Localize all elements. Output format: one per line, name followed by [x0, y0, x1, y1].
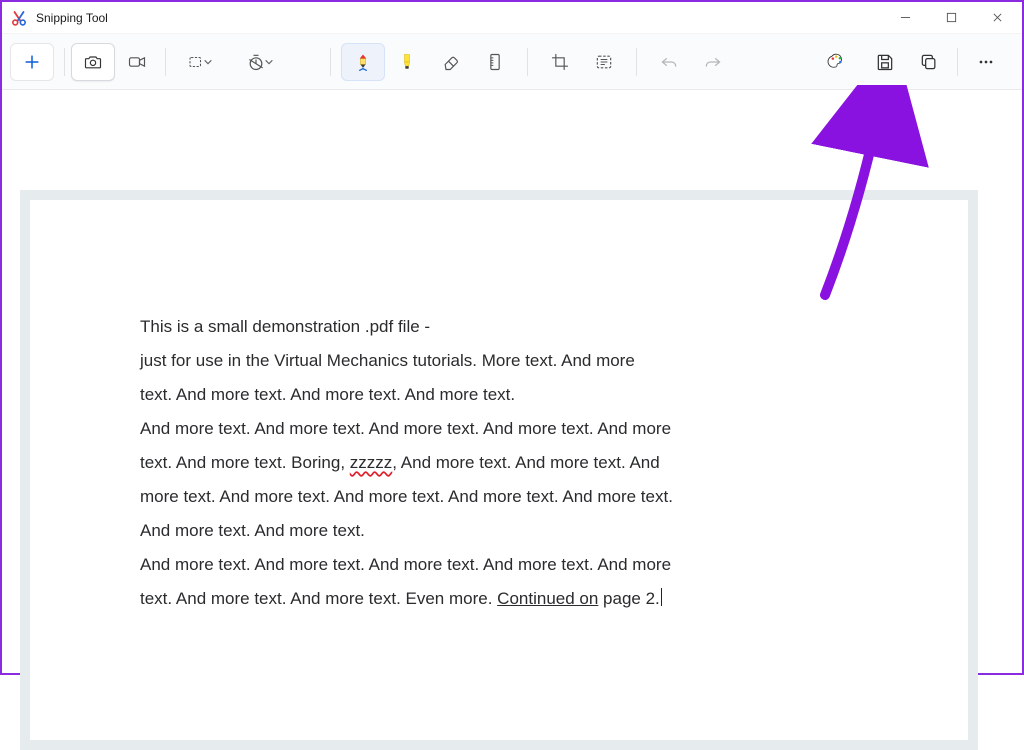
- canvas-area: This is a small demonstration .pdf file …: [2, 90, 1022, 673]
- document-line: And more text. And more text.: [140, 514, 910, 548]
- captured-snip[interactable]: This is a small demonstration .pdf file …: [20, 190, 978, 750]
- document-page: This is a small demonstration .pdf file …: [30, 200, 968, 740]
- video-mode-button[interactable]: [115, 43, 159, 81]
- save-button[interactable]: [863, 43, 907, 81]
- maximize-button[interactable]: [928, 3, 974, 33]
- chevron-down-icon: [203, 57, 213, 67]
- toolbar-separator: [330, 48, 331, 76]
- document-line: just for use in the Virtual Mechanics tu…: [140, 344, 910, 378]
- camera-mode-button[interactable]: [71, 43, 115, 81]
- delay-dropdown[interactable]: [232, 43, 288, 81]
- close-button[interactable]: [974, 3, 1020, 33]
- title-bar: Snipping Tool: [2, 2, 1022, 34]
- undo-button[interactable]: [647, 43, 691, 81]
- more-options-button[interactable]: [964, 43, 1008, 81]
- continued-link: Continued on: [497, 589, 598, 608]
- document-line: text. And more text. And more text. And …: [140, 378, 910, 412]
- new-snip-button[interactable]: [10, 43, 54, 81]
- redo-button[interactable]: [691, 43, 735, 81]
- pen-tool-button[interactable]: [341, 43, 385, 81]
- window-title: Snipping Tool: [36, 11, 108, 25]
- toolbar-separator: [957, 48, 958, 76]
- text-cursor: [661, 588, 662, 606]
- snip-shape-dropdown[interactable]: [172, 43, 228, 81]
- document-line: text. And more text. And more text. Even…: [140, 582, 910, 616]
- toolbar-separator: [165, 48, 166, 76]
- document-line: This is a small demonstration .pdf file …: [140, 310, 910, 344]
- document-line: And more text. And more text. And more t…: [140, 548, 910, 582]
- snipping-tool-app-icon: [10, 9, 28, 27]
- toolbar-separator: [636, 48, 637, 76]
- toolbar-separator: [64, 48, 65, 76]
- toolbar: [2, 34, 1022, 90]
- chevron-down-icon: [264, 57, 274, 67]
- document-line: And more text. And more text. And more t…: [140, 412, 910, 446]
- eraser-tool-button[interactable]: [429, 43, 473, 81]
- text-actions-button[interactable]: [582, 43, 626, 81]
- copy-button[interactable]: [907, 43, 951, 81]
- crop-tool-button[interactable]: [538, 43, 582, 81]
- minimize-button[interactable]: [882, 3, 928, 33]
- document-line: text. And more text. Boring, zzzzz, And …: [140, 446, 910, 480]
- ruler-tool-button[interactable]: [473, 43, 517, 81]
- spell-error-word: zzzzz: [350, 453, 393, 472]
- highlighter-tool-button[interactable]: [385, 43, 429, 81]
- edit-in-paint-button[interactable]: [815, 43, 859, 81]
- toolbar-separator: [527, 48, 528, 76]
- document-line: more text. And more text. And more text.…: [140, 480, 910, 514]
